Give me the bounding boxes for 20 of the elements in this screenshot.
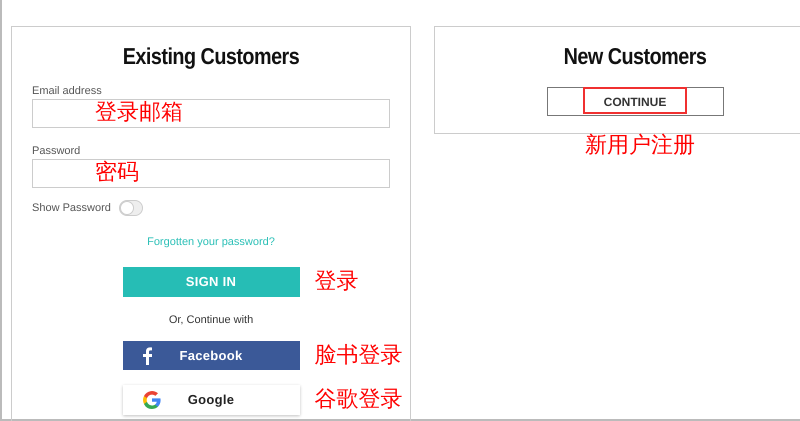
facebook-button[interactable]: Facebook xyxy=(122,341,300,370)
divider-text: Or, Continue with xyxy=(168,313,254,327)
card-title: New Customers xyxy=(562,42,708,71)
card-title: Existing Customers xyxy=(122,42,300,71)
continue-button[interactable]: CONTINUE xyxy=(546,87,724,116)
annotation-text: 密码 xyxy=(95,159,139,185)
annotation-text: 登录邮箱 xyxy=(95,99,183,125)
facebook-icon xyxy=(142,346,152,364)
input-field[interactable] xyxy=(32,99,390,128)
annotation-text: 新用户注册 xyxy=(585,132,695,158)
toggle-switch[interactable] xyxy=(118,200,143,216)
annotation-text: 登录 xyxy=(314,268,358,294)
field-label: Email address xyxy=(32,84,103,98)
annotation-text: 脸书登录 xyxy=(314,342,402,368)
annotation-text: 谷歌登录 xyxy=(314,386,402,412)
input-field[interactable] xyxy=(32,159,390,188)
google-icon xyxy=(142,391,160,409)
toggle-label: Show Password xyxy=(32,201,111,215)
google-button[interactable]: Google xyxy=(122,385,300,415)
field-label: Password xyxy=(32,144,82,158)
